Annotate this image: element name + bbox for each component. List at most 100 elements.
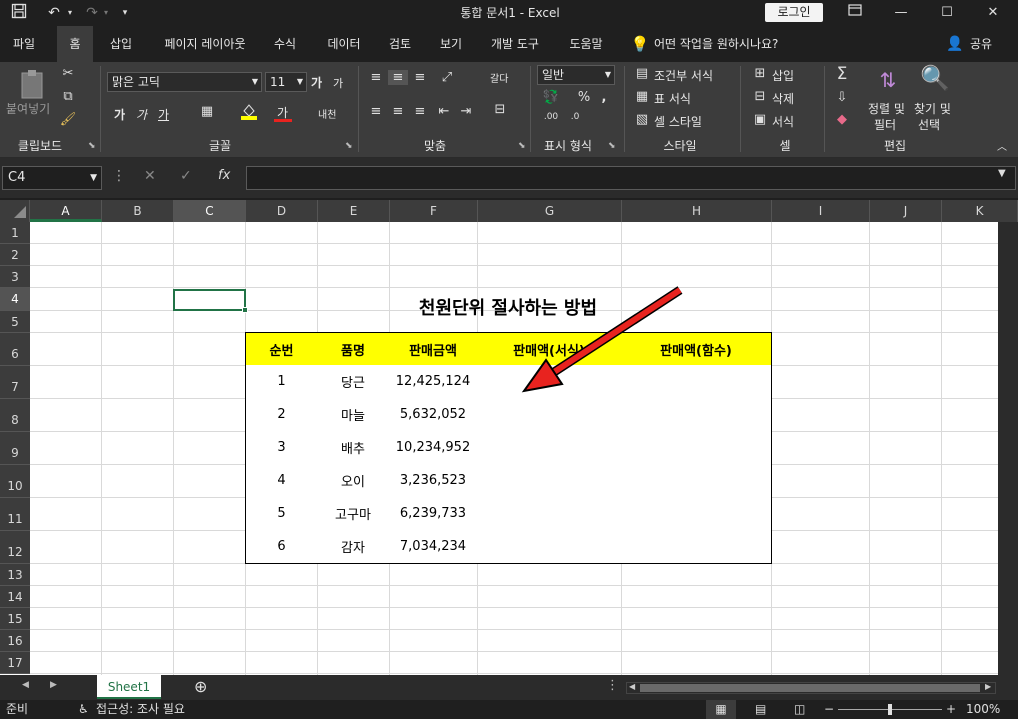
underline-button[interactable]: 가 [158, 106, 169, 123]
paste-button[interactable]: 붙여넣기 [6, 100, 50, 117]
accessibility-status[interactable]: 접근성: 조사 필요 [96, 700, 185, 719]
close-icon[interactable]: ✕ [970, 0, 1016, 26]
font-size-dropdown[interactable]: 11 ▼ [265, 72, 307, 92]
cell-style-icon[interactable]: ▧ [634, 112, 650, 127]
chevron-down-icon[interactable]: ▾ [64, 3, 76, 23]
percent-icon[interactable]: % [576, 90, 592, 105]
redo-icon[interactable]: ↷ [82, 3, 102, 23]
fill-icon[interactable]: ⇩ [832, 90, 852, 105]
wrap-text-button[interactable]: 갈다 [490, 70, 508, 85]
merge-center-icon[interactable]: ⊟ [488, 102, 512, 117]
sheet-options-icon[interactable]: ⋮ [606, 678, 619, 693]
format-painter-icon[interactable]: 🖌 [58, 112, 78, 127]
scroll-right-icon[interactable]: ▶ [985, 682, 991, 691]
login-button[interactable]: 로그인 [765, 3, 823, 22]
format-cells-icon[interactable]: ▣ [752, 112, 768, 127]
zoom-out-icon[interactable]: − [824, 700, 834, 719]
clear-icon[interactable]: ◆ [832, 112, 852, 127]
normal-view-icon[interactable]: ▦ [706, 700, 736, 719]
fill-color-icon[interactable] [240, 102, 258, 124]
worksheet-grid[interactable]: ABCDEFGHIJK 1 2 3 4 5 6 7 8 9 10 11 12 13 14 15 16 17 천원… [0, 200, 1018, 675]
next-sheet-icon[interactable]: ▶ [50, 680, 57, 690]
table-format-button[interactable]: 표 서식 [654, 90, 691, 107]
tab-help[interactable]: 도움말 [558, 26, 614, 62]
accessibility-icon[interactable]: ♿ [78, 700, 89, 719]
grow-font-button[interactable]: 가 [311, 74, 322, 91]
undo-icon[interactable]: ↶ [44, 3, 64, 23]
tab-insert[interactable]: 삽입 [100, 26, 142, 62]
tab-view[interactable]: 보기 [430, 26, 472, 62]
tab-formulas[interactable]: 수식 [265, 26, 305, 62]
accounting-icon[interactable]: 💱 [540, 90, 562, 105]
chevron-down-icon[interactable]: ▾ [100, 3, 112, 23]
decrease-indent-icon[interactable]: ⇤ [434, 104, 454, 119]
font-name-dropdown[interactable]: 맑은 고딕 ▼ [107, 72, 262, 92]
paste-icon[interactable] [16, 68, 50, 102]
align-left-icon[interactable]: ≡ [366, 104, 386, 119]
horizontal-scroll-thumb[interactable] [640, 684, 980, 692]
vertical-scrollbar[interactable] [998, 222, 1018, 675]
page-layout-view-icon[interactable]: ▤ [755, 700, 766, 719]
orientation-icon[interactable]: ⤢ [434, 70, 460, 85]
format-cells-button[interactable]: 서식 [772, 113, 794, 130]
tab-page-layout[interactable]: 페이지 레이아웃 [150, 26, 260, 62]
enter-icon[interactable]: ✓ [180, 168, 192, 184]
italic-button[interactable]: 가 [136, 106, 147, 123]
save-icon[interactable] [8, 3, 30, 23]
increase-indent-icon[interactable]: ⇥ [456, 104, 476, 119]
prev-sheet-icon[interactable]: ◀ [22, 680, 29, 690]
conditional-format-button[interactable]: 조건부 서식 [654, 67, 713, 84]
insert-function-button[interactable]: fx [218, 168, 230, 183]
align-top-icon[interactable]: ≡ [366, 70, 386, 85]
conditional-format-icon[interactable]: ▤ [634, 66, 650, 81]
customize-qat-icon[interactable]: ▾ [118, 3, 132, 23]
more-options-icon[interactable]: ⋮ [112, 168, 126, 184]
cut-icon[interactable]: ✂ [58, 66, 78, 81]
user-icon[interactable]: 👤 [945, 26, 965, 62]
tab-file[interactable]: 파일 [0, 26, 48, 62]
tab-review[interactable]: 검토 [380, 26, 420, 62]
zoom-slider-thumb[interactable] [888, 704, 892, 715]
alignment-launcher-icon[interactable]: ⬊ [518, 141, 526, 151]
increase-decimal-icon[interactable]: .00 [540, 112, 562, 122]
table-format-icon[interactable]: ▦ [634, 89, 650, 104]
name-box[interactable]: C4 ▼ [2, 166, 102, 190]
sort-filter-icon[interactable]: ⇅ [872, 68, 904, 92]
font-launcher-icon[interactable]: ⬊ [345, 141, 353, 151]
maximize-icon[interactable]: ☐ [924, 0, 970, 26]
insert-cells-button[interactable]: 삽입 [772, 67, 794, 84]
number-format-dropdown[interactable]: 일반 ▼ [537, 65, 615, 85]
number-launcher-icon[interactable]: ⬊ [608, 141, 616, 151]
minimize-icon[interactable]: — [878, 0, 924, 26]
sheet-tab-sheet1[interactable]: Sheet1 [97, 675, 161, 699]
share-button[interactable]: 공유 [964, 26, 998, 62]
shrink-font-button[interactable]: 가 [333, 75, 343, 91]
comma-icon[interactable]: , [596, 90, 612, 105]
tell-me-input[interactable]: 어떤 작업을 원하시나요? [654, 26, 804, 62]
insert-cells-icon[interactable]: ⊞ [752, 66, 768, 81]
align-right-icon[interactable]: ≡ [410, 104, 430, 119]
sort-filter-button[interactable]: 정렬 및 [868, 100, 905, 117]
scroll-left-icon[interactable]: ◀ [629, 682, 635, 691]
border-icon[interactable]: ▦ [198, 104, 216, 119]
find-icon[interactable]: 🔍 [920, 64, 950, 92]
align-bottom-icon[interactable]: ≡ [410, 70, 430, 85]
add-sheet-icon[interactable]: ⊕ [194, 677, 207, 696]
cell-style-button[interactable]: 셀 스타일 [654, 113, 702, 130]
tab-developer[interactable]: 개발 도구 [482, 26, 548, 62]
page-break-view-icon[interactable]: ◫ [794, 700, 805, 719]
formula-input[interactable] [246, 166, 1016, 190]
bold-button[interactable]: 가 [114, 106, 125, 123]
autosum-icon[interactable]: Σ [832, 64, 852, 84]
phonetic-button[interactable]: 내천 [318, 106, 336, 121]
delete-cells-icon[interactable]: ⊟ [752, 89, 768, 104]
expand-formula-icon[interactable]: ▼ [998, 168, 1006, 179]
clipboard-launcher-icon[interactable]: ⬊ [88, 141, 96, 151]
find-select-button[interactable]: 찾기 및 [914, 100, 951, 117]
tab-home[interactable]: 홈 [57, 26, 93, 62]
tab-data[interactable]: 데이터 [318, 26, 370, 62]
copy-icon[interactable]: ⧉ [58, 89, 78, 104]
ribbon-display-icon[interactable] [832, 0, 878, 26]
align-center-icon[interactable]: ≡ [388, 104, 408, 119]
delete-cells-button[interactable]: 삭제 [772, 90, 794, 107]
